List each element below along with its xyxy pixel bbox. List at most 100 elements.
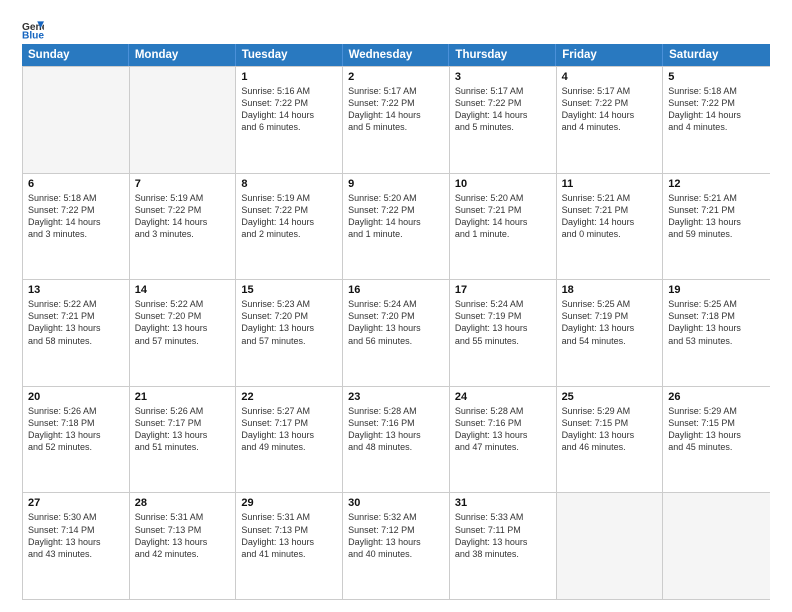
- day-number: 24: [455, 391, 551, 403]
- calendar-header: SundayMondayTuesdayWednesdayThursdayFrid…: [22, 44, 770, 66]
- cell-info-line: Sunset: 7:22 PM: [348, 204, 444, 216]
- calendar-cell: 4Sunrise: 5:17 AMSunset: 7:22 PMDaylight…: [557, 67, 664, 173]
- cell-info-line: and 1 minute.: [455, 228, 551, 240]
- calendar-cell: 17Sunrise: 5:24 AMSunset: 7:19 PMDayligh…: [450, 280, 557, 386]
- weekday-header: Sunday: [22, 44, 129, 66]
- calendar-row: 20 Sunrise: 5:26 AM Sunset: 7:18 PM Dayligh…: [23, 387, 770, 494]
- weekday-header: Monday: [129, 44, 236, 66]
- cell-info-line: Daylight: 14 hours: [562, 109, 658, 121]
- cell-info-line: Sunrise: 5:22 AM: [28, 298, 124, 310]
- cell-info-line: Sunrise: 5:30 AM: [28, 511, 124, 523]
- cell-info-line: Sunset: 7:21 PM: [455, 204, 551, 216]
- cell-info-line: Sunrise: 5:25 AM: [562, 298, 658, 310]
- cell-info-line: Daylight: 13 hours: [668, 322, 765, 334]
- cell-info-line: Daylight: 14 hours: [455, 216, 551, 228]
- day-number: 27: [28, 497, 124, 509]
- cell-info-line: and 55 minutes.: [455, 335, 551, 347]
- calendar-cell: 18Sunrise: 5:25 AMSunset: 7:19 PMDayligh…: [557, 280, 664, 386]
- cell-info-line: and 49 minutes.: [241, 441, 337, 453]
- cell-info-line: Sunset: 7:11 PM: [455, 524, 551, 536]
- cell-info-line: Sunset: 7:18 PM: [668, 310, 765, 322]
- day-number: 7: [135, 178, 231, 190]
- day-number: 1: [241, 71, 337, 83]
- day-number: 10: [455, 178, 551, 190]
- calendar-cell: [663, 493, 770, 599]
- calendar-cell: 10Sunrise: 5:20 AMSunset: 7:21 PMDayligh…: [450, 174, 557, 280]
- logo: General Blue: [22, 18, 44, 40]
- day-number: 26: [668, 391, 765, 403]
- cell-info-line: and 45 minutes.: [668, 441, 765, 453]
- cell-info-line: Sunset: 7:21 PM: [28, 310, 124, 322]
- cell-info-line: Daylight: 13 hours: [348, 322, 444, 334]
- day-number: 22: [241, 391, 337, 403]
- page: General Blue SundayMondayTuesdayWednesda…: [0, 0, 792, 612]
- day-number: 29: [241, 497, 337, 509]
- cell-info-line: Daylight: 14 hours: [455, 109, 551, 121]
- day-number: 15: [241, 284, 337, 296]
- cell-info-line: Sunrise: 5:28 AM: [455, 405, 551, 417]
- cell-info-line: and 5 minutes.: [348, 121, 444, 133]
- cell-info-line: Sunrise: 5:24 AM: [455, 298, 551, 310]
- cell-info-line: Daylight: 13 hours: [241, 429, 337, 441]
- cell-info-line: Sunset: 7:18 PM: [28, 417, 124, 429]
- cell-info-line: Daylight: 13 hours: [668, 216, 765, 228]
- cell-info-line: Sunset: 7:19 PM: [562, 310, 658, 322]
- calendar-body: 1Sunrise: 5:16 AMSunset: 7:22 PMDaylight…: [22, 66, 770, 600]
- cell-info-line: and 57 minutes.: [135, 335, 231, 347]
- cell-info-line: Daylight: 14 hours: [348, 216, 444, 228]
- cell-info-line: Sunset: 7:22 PM: [455, 97, 551, 109]
- calendar-row: 1Sunrise: 5:16 AMSunset: 7:22 PMDaylight…: [23, 67, 770, 174]
- cell-info-line: and 3 minutes.: [28, 228, 124, 240]
- day-number: 23: [348, 391, 444, 403]
- calendar-cell: 14Sunrise: 5:22 AMSunset: 7:20 PMDayligh…: [130, 280, 237, 386]
- cell-info-line: and 5 minutes.: [455, 121, 551, 133]
- cell-info-line: and 42 minutes.: [135, 548, 231, 560]
- day-number: 25: [562, 391, 658, 403]
- cell-info-line: Sunset: 7:21 PM: [562, 204, 658, 216]
- cell-info-line: Sunrise: 5:31 AM: [135, 511, 231, 523]
- cell-info-line: Sunrise: 5:31 AM: [241, 511, 337, 523]
- cell-info-line: and 4 minutes.: [668, 121, 765, 133]
- day-number: 20: [28, 391, 124, 403]
- cell-info-line: and 41 minutes.: [241, 548, 337, 560]
- cell-info-line: Daylight: 13 hours: [135, 429, 231, 441]
- calendar-cell: 1Sunrise: 5:16 AMSunset: 7:22 PMDaylight…: [236, 67, 343, 173]
- cell-info-line: Sunset: 7:15 PM: [668, 417, 765, 429]
- cell-info-line: Sunrise: 5:26 AM: [135, 405, 231, 417]
- calendar-cell: [23, 67, 130, 173]
- cell-info-line: Daylight: 14 hours: [562, 216, 658, 228]
- calendar-cell: 24 Sunrise: 5:28 AMSunset: 7:16 PMDayligh…: [450, 387, 557, 493]
- cell-info-line: and 46 minutes.: [562, 441, 658, 453]
- cell-info-line: and 57 minutes.: [241, 335, 337, 347]
- cell-info-line: Daylight: 13 hours: [455, 322, 551, 334]
- cell-info-line: Sunset: 7:17 PM: [241, 417, 337, 429]
- calendar-cell: [557, 493, 664, 599]
- day-number: 11: [562, 178, 658, 190]
- cell-info-line: Sunrise: 5:29 AM: [668, 405, 765, 417]
- day-number: 19: [668, 284, 765, 296]
- calendar-cell: 31Sunrise: 5:33 AMSunset: 7:11 PMDayligh…: [450, 493, 557, 599]
- cell-info-line: Daylight: 13 hours: [455, 429, 551, 441]
- cell-info-line: Sunset: 7:16 PM: [455, 417, 551, 429]
- svg-text:Blue: Blue: [22, 30, 44, 40]
- cell-info-line: Sunset: 7:12 PM: [348, 524, 444, 536]
- cell-info-line: and 53 minutes.: [668, 335, 765, 347]
- cell-info-line: Sunrise: 5:16 AM: [241, 85, 337, 97]
- day-number: 18: [562, 284, 658, 296]
- cell-info-line: and 40 minutes.: [348, 548, 444, 560]
- cell-info-line: Sunset: 7:16 PM: [348, 417, 444, 429]
- day-number: 14: [135, 284, 231, 296]
- calendar-cell: 7Sunrise: 5:19 AMSunset: 7:22 PMDaylight…: [130, 174, 237, 280]
- cell-info-line: and 2 minutes.: [241, 228, 337, 240]
- cell-info-line: Sunrise: 5:21 AM: [562, 192, 658, 204]
- cell-info-line: Daylight: 13 hours: [241, 322, 337, 334]
- cell-info-line: Sunset: 7:22 PM: [348, 97, 444, 109]
- calendar-cell: 13Sunrise: 5:22 AMSunset: 7:21 PMDayligh…: [23, 280, 130, 386]
- cell-info-line: Sunrise: 5:17 AM: [348, 85, 444, 97]
- calendar-cell: 25Sunrise: 5:29 AMSunset: 7:15 PMDayligh…: [557, 387, 664, 493]
- weekday-header: Tuesday: [236, 44, 343, 66]
- calendar-cell: 19Sunrise: 5:25 AMSunset: 7:18 PMDayligh…: [663, 280, 770, 386]
- cell-info-line: and 51 minutes.: [135, 441, 231, 453]
- header: General Blue: [22, 18, 770, 40]
- day-number: 2: [348, 71, 444, 83]
